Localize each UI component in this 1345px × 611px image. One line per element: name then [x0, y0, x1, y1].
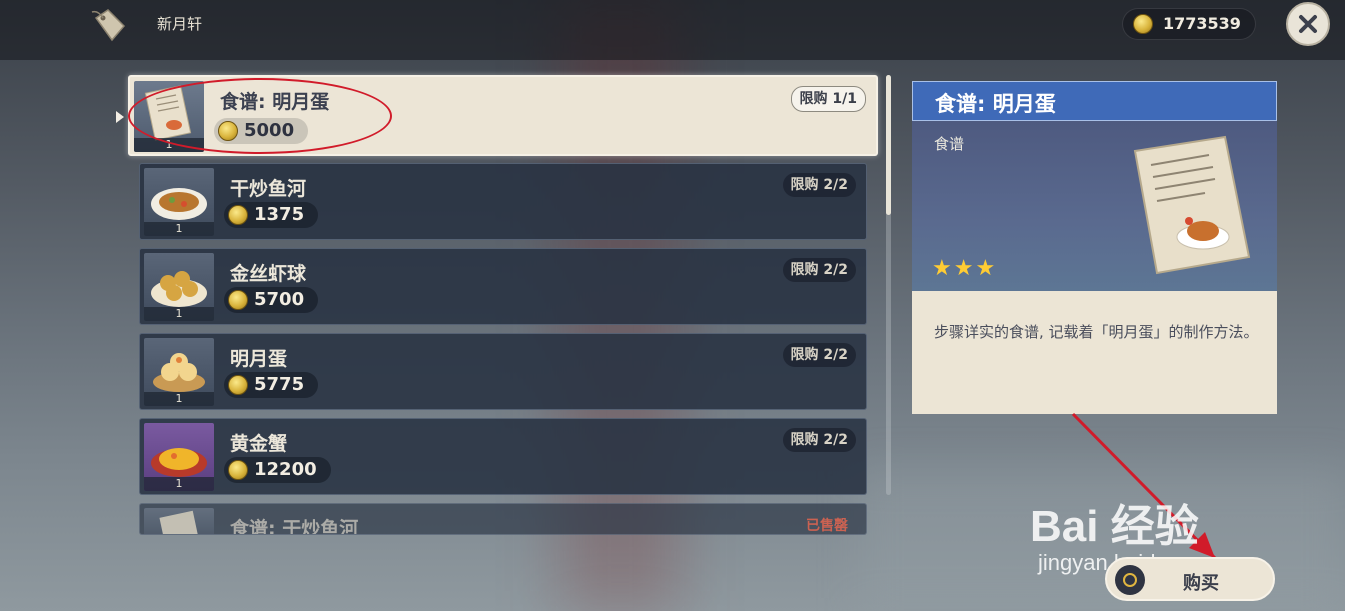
item-detail-panel: 食谱: 明月蛋 食谱 ★★★ 步骤详实的食谱, 记载着「明月蛋」的制作方法。 — [912, 81, 1277, 414]
recipe-scroll-icon — [144, 508, 214, 534]
item-quantity: 1 — [144, 307, 214, 321]
detail-description-box: 步骤详实的食谱, 记载着「明月蛋」的制作方法。 — [912, 291, 1277, 414]
mora-coin-icon — [1133, 14, 1153, 34]
item-name: 干炒鱼河 — [230, 178, 307, 200]
mora-coin-icon — [228, 375, 248, 395]
detail-description: 步骤详实的食谱, 记载着「明月蛋」的制作方法。 — [934, 323, 1259, 341]
selection-arrow-icon — [116, 111, 124, 123]
purchase-limit-badge: 限购 2/2 — [782, 428, 856, 452]
watermark-logo-text: Bai 经验 — [1030, 502, 1199, 551]
top-bar: 新月轩 1773539 — [0, 0, 1345, 50]
detail-art: 食谱 ★★★ — [912, 121, 1277, 291]
item-name: 食谱: 干炒鱼河 — [230, 518, 359, 535]
confirm-circle-icon — [1115, 565, 1145, 595]
buy-button-label: 购买 — [1183, 573, 1219, 594]
purchase-limit-badge: 限购 2/2 — [782, 343, 856, 367]
item-quantity: 1 — [144, 392, 214, 406]
scrollbar-thumb[interactable] — [886, 75, 891, 215]
currency-amount: 1773539 — [1163, 14, 1241, 33]
dish-plate-icon: 1 — [144, 168, 214, 236]
detail-title: 食谱: 明月蛋 — [935, 92, 1056, 116]
rarity-stars: ★★★ — [932, 256, 998, 281]
item-name: 明月蛋 — [230, 348, 288, 370]
shop-title: 新月轩 — [157, 15, 203, 33]
item-price: 5700 — [224, 287, 319, 313]
item-quantity: 1 — [144, 477, 214, 491]
recipe-scroll-icon — [1133, 135, 1251, 275]
mora-coin-icon — [228, 290, 248, 310]
close-icon — [1299, 15, 1317, 33]
list-item-sold-out[interactable]: 食谱: 干炒鱼河 已售罄 — [139, 503, 867, 535]
list-item[interactable]: 1 黄金蟹 12200 限购 2/2 — [139, 418, 867, 495]
detail-category: 食谱 — [934, 135, 965, 153]
purchase-limit-badge: 限购 2/2 — [782, 173, 856, 197]
annotation-ellipse — [128, 78, 392, 154]
dish-plate-icon: 1 — [144, 253, 214, 321]
item-name: 黄金蟹 — [230, 433, 288, 455]
item-price: 5775 — [224, 372, 319, 398]
list-item[interactable]: 1 明月蛋 5775 限购 2/2 — [139, 333, 867, 410]
item-name: 金丝虾球 — [230, 263, 307, 285]
list-scrollbar[interactable] — [886, 75, 891, 495]
price-tag-icon — [91, 9, 126, 42]
currency-display: 1773539 — [1122, 8, 1256, 40]
sold-out-badge: 已售罄 — [806, 518, 848, 534]
purchase-limit-badge: 限购 2/2 — [782, 258, 856, 282]
detail-header: 食谱: 明月蛋 — [912, 81, 1277, 121]
item-price: 1375 — [224, 202, 319, 228]
mora-coin-icon — [228, 205, 248, 225]
list-item[interactable]: 1 金丝虾球 5700 限购 2/2 — [139, 248, 867, 325]
mora-coin-icon — [228, 460, 248, 480]
dish-plate-icon: 1 — [144, 423, 214, 491]
item-price: 12200 — [224, 457, 331, 483]
dish-plate-icon: 1 — [144, 338, 214, 406]
list-item[interactable]: 1 干炒鱼河 1375 限购 2/2 — [139, 163, 867, 240]
purchase-limit-badge: 限购 1/1 — [790, 86, 866, 112]
buy-button[interactable]: 购买 — [1105, 557, 1275, 601]
close-button[interactable] — [1286, 2, 1330, 46]
item-quantity: 1 — [144, 222, 214, 236]
